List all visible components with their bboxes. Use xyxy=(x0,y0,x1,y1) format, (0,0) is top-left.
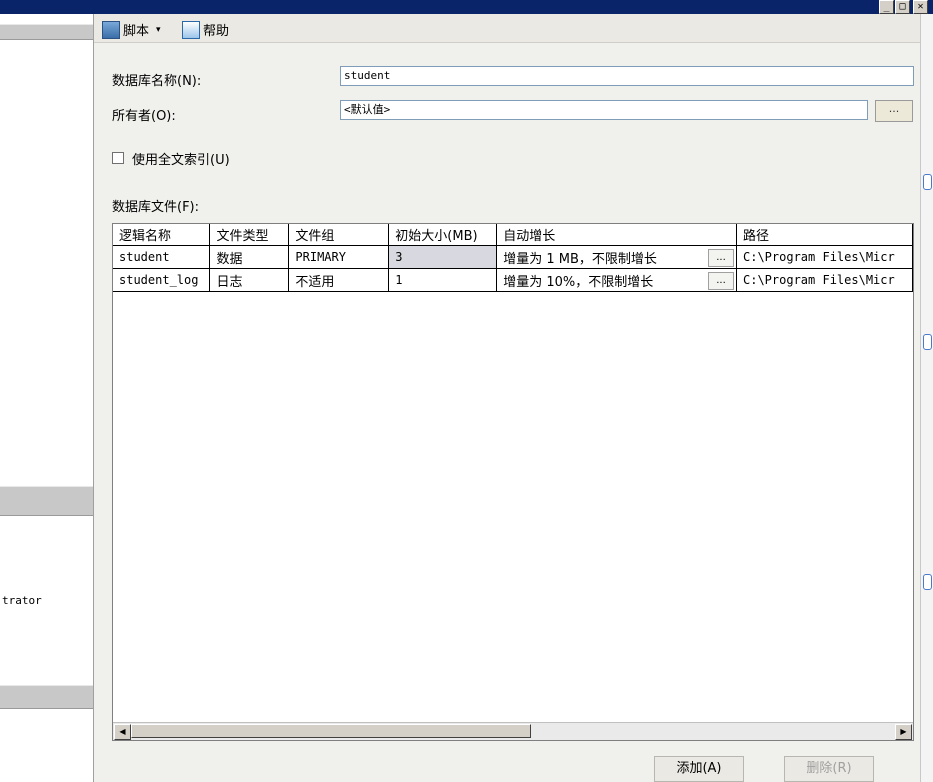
database-files-grid: 逻辑名称 文件类型 文件组 初始大小(MB) 自动增长 路径 student 数… xyxy=(112,223,914,741)
fulltext-label: 使用全文索引(U) xyxy=(132,153,230,168)
close-button[interactable]: ✕ xyxy=(913,0,928,14)
scroll-right-icon[interactable]: ▶ xyxy=(895,724,912,740)
add-button[interactable]: 添加(A) xyxy=(654,756,744,782)
cell-initial-size[interactable]: 1 xyxy=(388,268,498,292)
column-header-filegroup[interactable]: 文件组 xyxy=(288,224,390,246)
database-files-label: 数据库文件(F): xyxy=(112,200,200,215)
scroll-thumb[interactable] xyxy=(131,724,531,738)
pane-header-connection xyxy=(0,486,93,516)
cell-initial-size[interactable]: 3 xyxy=(388,245,498,269)
cell-autogrowth[interactable]: ... 增量为 1 MB，不限制增长 xyxy=(496,245,737,269)
page-selector-pane: trator xyxy=(0,14,94,782)
cell-path[interactable]: C:\Program Files\Micr xyxy=(736,245,913,269)
script-icon xyxy=(102,20,120,39)
script-button[interactable]: 脚本 ▾ xyxy=(102,20,165,39)
pane-header-select-page xyxy=(0,24,93,40)
column-header-autogrowth[interactable]: 自动增长 xyxy=(496,224,737,246)
autogrowth-text: 增量为 1 MB，不限制增长 xyxy=(503,251,657,267)
minimize-button[interactable]: _ xyxy=(879,0,894,14)
autogrowth-text: 增量为 10%，不限制增长 xyxy=(503,274,654,290)
script-label: 脚本 xyxy=(123,24,150,39)
cell-file-type[interactable]: 日志 xyxy=(209,268,290,292)
fulltext-checkbox[interactable] xyxy=(112,152,124,164)
cell-filegroup[interactable]: PRIMARY xyxy=(288,245,390,269)
column-header-file-type[interactable]: 文件类型 xyxy=(209,224,290,246)
partial-icon xyxy=(923,334,932,350)
column-header-logical-name[interactable]: 逻辑名称 xyxy=(113,224,211,246)
cell-autogrowth[interactable]: ... 增量为 10%，不限制增长 xyxy=(496,268,737,292)
connection-user: trator xyxy=(2,594,42,607)
table-row[interactable]: student_log 日志 不适用 1 ... 增量为 10%，不限制增长 C… xyxy=(113,268,913,292)
cell-filegroup[interactable]: 不适用 xyxy=(288,268,390,292)
table-row[interactable]: student 数据 PRIMARY 3 ... 增量为 1 MB，不限制增长 … xyxy=(113,245,913,269)
partial-icon xyxy=(923,174,932,190)
grid-header-row: 逻辑名称 文件类型 文件组 初始大小(MB) 自动增长 路径 xyxy=(113,224,913,246)
cell-path[interactable]: C:\Program Files\Micr xyxy=(736,268,913,292)
scroll-left-icon[interactable]: ◀ xyxy=(114,724,131,740)
help-icon xyxy=(182,20,200,39)
chevron-down-icon[interactable]: ▾ xyxy=(156,25,161,35)
cell-logical-name[interactable]: student_log xyxy=(113,268,211,292)
owner-browse-button[interactable]: ... xyxy=(875,100,913,122)
title-bar: _ □ ✕ xyxy=(0,0,933,14)
database-name-label: 数据库名称(N): xyxy=(112,74,202,89)
horizontal-scrollbar[interactable]: ◀ ▶ xyxy=(113,722,913,740)
cell-file-type[interactable]: 数据 xyxy=(209,245,290,269)
new-database-dialog: 脚本 ▾ 帮助 数据库名称(N): student 所有者(O): <默认值> … xyxy=(94,14,920,782)
maximize-button[interactable]: □ xyxy=(895,0,910,14)
column-header-initial-size[interactable]: 初始大小(MB) xyxy=(388,224,498,246)
owner-input[interactable]: <默认值> xyxy=(340,100,868,120)
cell-logical-name[interactable]: student xyxy=(113,245,211,269)
autogrowth-edit-button[interactable]: ... xyxy=(708,271,734,290)
help-button[interactable]: 帮助 xyxy=(182,20,229,39)
help-label: 帮助 xyxy=(203,24,230,39)
adjacent-window-edge xyxy=(920,14,933,782)
owner-label: 所有者(O): xyxy=(112,109,176,124)
autogrowth-edit-button[interactable]: ... xyxy=(708,248,734,267)
database-name-input[interactable]: student xyxy=(340,66,914,86)
remove-button[interactable]: 删除(R) xyxy=(784,756,874,782)
pane-header-progress xyxy=(0,685,93,709)
column-header-path[interactable]: 路径 xyxy=(736,224,913,246)
toolbar: 脚本 ▾ 帮助 xyxy=(94,14,920,43)
partial-icon xyxy=(923,574,932,590)
